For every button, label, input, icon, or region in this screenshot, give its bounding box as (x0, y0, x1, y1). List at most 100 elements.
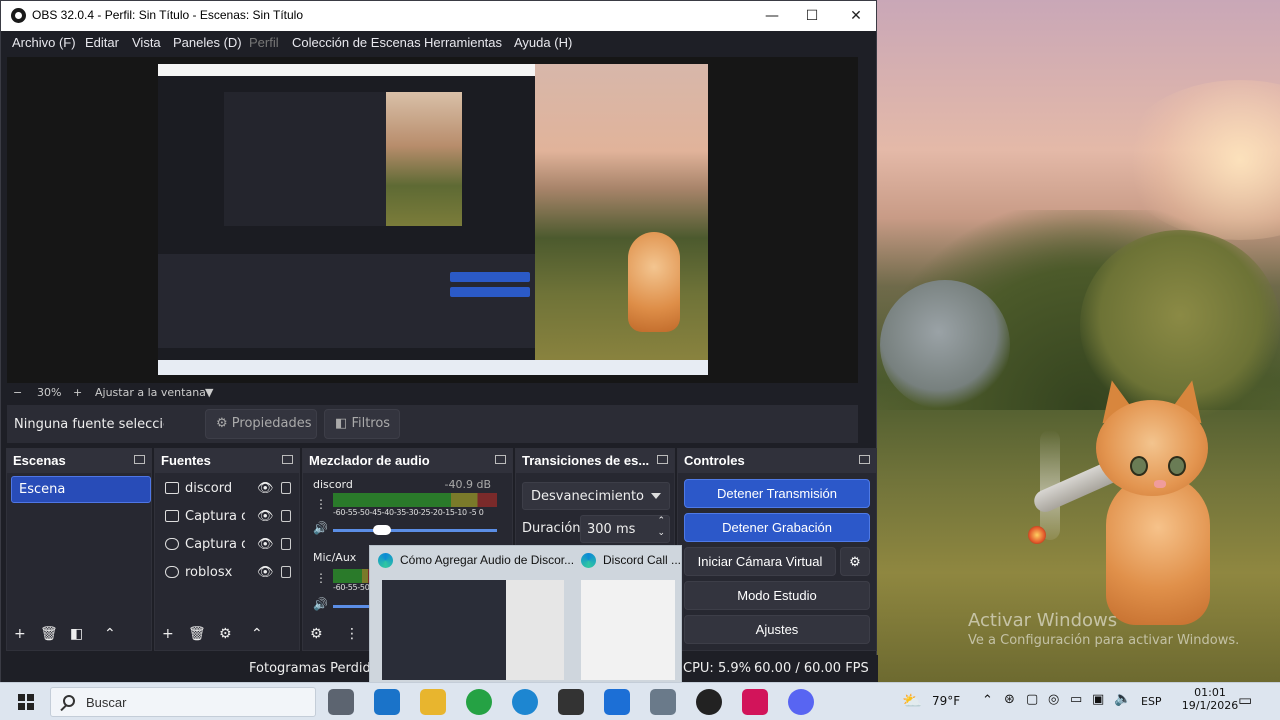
spin-up-icon[interactable]: ⌃ (657, 516, 665, 526)
whatsapp-icon[interactable] (466, 689, 492, 715)
menu-paneles[interactable]: Paneles (D) (173, 35, 242, 50)
menu-editar[interactable]: Editar (85, 35, 119, 50)
mixer-menu-icon[interactable]: ⋮ (345, 626, 359, 642)
menu-vista[interactable]: Vista (132, 35, 161, 50)
weather-temp[interactable]: 79°F (932, 694, 960, 708)
visibility-eye-icon[interactable]: 👁 (257, 481, 274, 496)
speaker-icon[interactable]: 🔊 (313, 521, 328, 535)
weather-icon[interactable]: ⛅ (902, 691, 922, 710)
undock-icon[interactable] (495, 455, 506, 464)
transition-select[interactable]: Desvanecimiento (522, 482, 670, 510)
windows-start-icon[interactable] (18, 694, 34, 710)
duration-spinbox[interactable]: 300 ms ⌃ ⌄ (580, 515, 670, 543)
zoom-dropdown-icon[interactable]: ▼ (205, 386, 213, 399)
bookmark-app-icon[interactable] (742, 689, 768, 715)
network-icon[interactable]: ▣ (1092, 692, 1104, 707)
menu-archivo[interactable]: Archivo (F) (12, 35, 76, 50)
visibility-eye-icon[interactable]: 👁 (257, 509, 274, 524)
roblox-icon[interactable] (604, 689, 630, 715)
show-hidden-icons-icon[interactable]: ⌃ (982, 693, 993, 708)
source-item[interactable]: Captura de 👁 (163, 533, 301, 557)
speaker-icon[interactable]: 🔊 (313, 597, 328, 611)
virtual-camera-gear-icon[interactable]: ⚙ (840, 547, 870, 576)
undock-icon[interactable] (657, 455, 668, 464)
tray-app-icon[interactable]: ▢ (1026, 692, 1038, 707)
source-item[interactable]: discord 👁 (163, 477, 301, 501)
undock-icon[interactable] (134, 455, 145, 464)
taskbar-clock[interactable]: 01:01 19/1/2026 (1180, 686, 1240, 712)
stop-streaming-button[interactable]: Detener Transmisión (684, 479, 870, 508)
title-bar[interactable]: OBS 32.0.4 - Perfil: Sin Título - Escena… (1, 1, 876, 31)
edge-icon[interactable] (512, 689, 538, 715)
stop-recording-button[interactable]: Detener Grabación (684, 513, 870, 542)
filters-button[interactable]: ◧ Filtros (324, 409, 400, 439)
move-up-icon[interactable]: ⌃ (251, 626, 263, 642)
dropped-frames-label: Fotogramas Perdidos (249, 661, 386, 676)
copilot-icon[interactable] (650, 689, 676, 715)
volume-slider[interactable] (333, 529, 497, 532)
game-capture-icon (165, 566, 179, 578)
undock-icon[interactable] (282, 455, 293, 464)
zoom-out-button[interactable]: − (13, 386, 22, 399)
thumbnail-edge-tab-1[interactable]: Cómo Agregar Audio de Discor... (370, 546, 574, 684)
preview-canvas[interactable] (158, 64, 708, 375)
tray-app-icon[interactable]: ⊛ (1004, 692, 1015, 707)
menu-perfil[interactable]: Perfil (249, 35, 279, 50)
preview-nested-obs (158, 64, 535, 375)
spin-down-icon[interactable]: ⌄ (657, 528, 665, 538)
obs-icon[interactable] (696, 689, 722, 715)
menu-ayuda[interactable]: Ayuda (H) (514, 35, 572, 50)
source-settings-gear-icon[interactable]: ⚙ (219, 626, 232, 642)
outlook-icon[interactable] (374, 689, 400, 715)
advanced-audio-gear-icon[interactable]: ⚙ (310, 626, 323, 642)
cat-nose (1154, 480, 1166, 488)
tray-app-icon[interactable]: ◎ (1048, 692, 1059, 707)
properties-button[interactable]: ⚙ Propiedades (205, 409, 317, 439)
task-view-icon[interactable] (328, 689, 354, 715)
remove-scene-icon[interactable]: 🗑 (40, 626, 58, 642)
close-button[interactable]: ✕ (833, 1, 879, 31)
window-capture-icon (165, 482, 179, 494)
input-language[interactable]: ESP (1141, 695, 1162, 708)
add-scene-icon[interactable]: + (14, 626, 26, 642)
visibility-eye-icon[interactable]: 👁 (257, 565, 274, 580)
scene-item[interactable]: Escena (11, 476, 151, 503)
menu-coleccion-escenas[interactable]: Colección de Escenas (292, 35, 421, 50)
scene-filters-icon[interactable]: ◧ (70, 626, 83, 642)
discord-icon[interactable] (788, 689, 814, 715)
undock-icon[interactable] (859, 455, 870, 464)
zoom-value: 30% (37, 386, 62, 399)
track-menu-icon[interactable]: ⋮ (315, 571, 327, 585)
battery-icon[interactable]: ▭ (1070, 692, 1082, 707)
settings-button[interactable]: Ajustes (684, 615, 870, 644)
file-explorer-icon[interactable] (420, 689, 446, 715)
add-source-icon[interactable]: + (162, 626, 174, 642)
thumbnail-edge-tab-2[interactable]: Discord Call ... (573, 546, 681, 684)
lock-icon[interactable] (281, 566, 291, 578)
volume-slider-knob[interactable] (373, 525, 391, 535)
volume-icon[interactable]: 🔈 (1114, 691, 1131, 707)
taskbar-search[interactable]: Buscar (50, 687, 316, 717)
track-menu-icon[interactable]: ⋮ (315, 497, 327, 511)
thumbnail-title: Cómo Agregar Audio de Discor... (400, 553, 575, 567)
volume-slider[interactable] (333, 605, 373, 608)
visibility-eye-icon[interactable]: 👁 (257, 537, 274, 552)
preview-nested-taskbar (158, 360, 708, 375)
lock-icon[interactable] (281, 482, 291, 494)
lock-icon[interactable] (281, 538, 291, 550)
wallpaper-cat (1090, 376, 1220, 630)
move-up-icon[interactable]: ⌃ (104, 626, 116, 642)
source-item[interactable]: Captura de 👁 (163, 505, 301, 529)
source-item[interactable]: roblosx 👁 (163, 561, 301, 585)
start-virtual-camera-button[interactable]: Iniciar Cámara Virtual (684, 547, 836, 576)
capcut-icon[interactable] (558, 689, 584, 715)
fit-window-label[interactable]: Ajustar a la ventana (95, 386, 206, 399)
notifications-icon[interactable]: ▭ (1238, 691, 1252, 709)
remove-source-icon[interactable]: 🗑 (188, 626, 206, 642)
menu-herramientas[interactable]: Herramientas (424, 35, 502, 50)
studio-mode-button[interactable]: Modo Estudio (684, 581, 870, 610)
transition-value: Desvanecimiento (531, 489, 645, 504)
zoom-in-button[interactable]: + (73, 386, 82, 399)
maximize-button[interactable]: ☐ (789, 1, 835, 31)
lock-icon[interactable] (281, 510, 291, 522)
